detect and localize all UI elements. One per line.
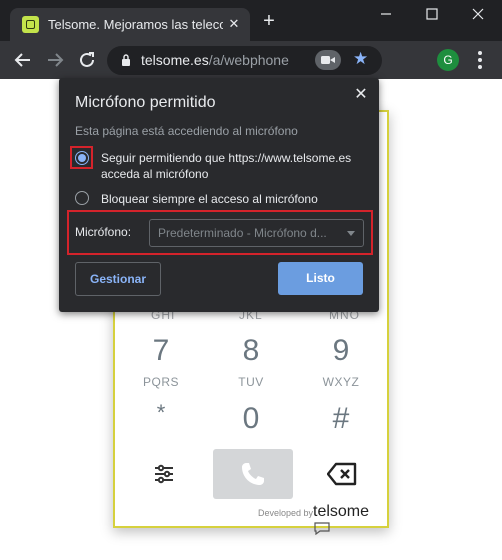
call-button[interactable] bbox=[213, 449, 293, 499]
back-arrow-icon[interactable] bbox=[12, 49, 34, 71]
dropdown-arrow-icon bbox=[347, 231, 355, 236]
manage-button[interactable]: Gestionar bbox=[75, 262, 161, 296]
url-text: telsome.es/a/webphone bbox=[141, 52, 289, 68]
dialer-letters-wxyz: WXYZ bbox=[322, 375, 360, 389]
dialer-letters-tuv: TUV bbox=[238, 375, 264, 389]
allow-option-label[interactable]: Seguir permitiendo que https://www.telso… bbox=[101, 150, 366, 182]
developed-by-text: Developed by bbox=[258, 508, 314, 518]
allow-radio-button[interactable] bbox=[75, 151, 89, 165]
camera-indicator-icon[interactable] bbox=[315, 50, 341, 70]
dialer-key-star[interactable]: * bbox=[131, 400, 191, 426]
browser-tab[interactable]: Telsome. Mejoramos las telecomunicacione… bbox=[10, 8, 250, 41]
done-button[interactable]: Listo bbox=[278, 262, 363, 295]
tab-title: Telsome. Mejoramos las telecomunicacione… bbox=[48, 17, 223, 32]
dialog-close-icon[interactable]: ✕ bbox=[353, 87, 369, 103]
dialer-letters-pqrs: PQRS bbox=[142, 375, 179, 389]
address-bar[interactable]: telsome.es/a/webphone ★ bbox=[107, 46, 382, 75]
window-close-icon[interactable] bbox=[468, 4, 488, 24]
reload-icon[interactable] bbox=[76, 49, 98, 71]
microphone-permission-dialog: Micrófono permitido ✕ Esta página está a… bbox=[59, 78, 379, 312]
forward-arrow-icon[interactable] bbox=[44, 49, 66, 71]
dialer-key-9[interactable]: 9 bbox=[311, 334, 371, 368]
bookmark-star-icon[interactable]: ★ bbox=[353, 50, 371, 68]
dialer-key-7[interactable]: 7 bbox=[131, 334, 191, 368]
block-radio-button[interactable] bbox=[75, 191, 89, 205]
url-host: telsome.es bbox=[141, 52, 209, 68]
telsome-logo: telsome bbox=[313, 503, 387, 539]
new-tab-icon[interactable]: + bbox=[259, 11, 279, 31]
dialer-key-0[interactable]: 0 bbox=[221, 402, 281, 436]
telsome-favicon-icon bbox=[22, 16, 39, 33]
dialog-title: Micrófono permitido bbox=[75, 94, 216, 111]
lock-icon[interactable] bbox=[121, 54, 131, 66]
microphone-label: Micrófono: bbox=[75, 225, 132, 239]
browser-toolbar: telsome.es/a/webphone ★ G bbox=[0, 41, 502, 79]
maximize-icon[interactable] bbox=[422, 4, 442, 24]
settings-sliders-icon[interactable] bbox=[153, 463, 175, 485]
speech-bubble-icon bbox=[314, 522, 330, 536]
browser-title-bar: Telsome. Mejoramos las telecomunicacione… bbox=[0, 0, 502, 41]
dialog-subtitle: Esta página está accediendo al micrófono bbox=[75, 124, 298, 138]
url-path: /a/webphone bbox=[208, 52, 289, 68]
backspace-icon[interactable] bbox=[327, 462, 357, 486]
microphone-select[interactable]: Predeterminado - Micrófono d... bbox=[149, 219, 364, 247]
block-option-label[interactable]: Bloquear siempre el acceso al micrófono bbox=[101, 191, 318, 207]
minimize-icon[interactable] bbox=[376, 4, 396, 24]
microphone-select-value: Predeterminado - Micrófono d... bbox=[158, 226, 327, 240]
dialer-key-8[interactable]: 8 bbox=[221, 334, 281, 368]
dialer-key-hash[interactable]: # bbox=[311, 402, 371, 436]
browser-menu-icon[interactable] bbox=[478, 51, 484, 69]
telsome-logo-text: telsome bbox=[313, 503, 370, 520]
phone-icon bbox=[242, 463, 264, 485]
profile-avatar[interactable]: G bbox=[437, 49, 459, 71]
tab-close-icon[interactable]: ✕ bbox=[226, 16, 242, 32]
